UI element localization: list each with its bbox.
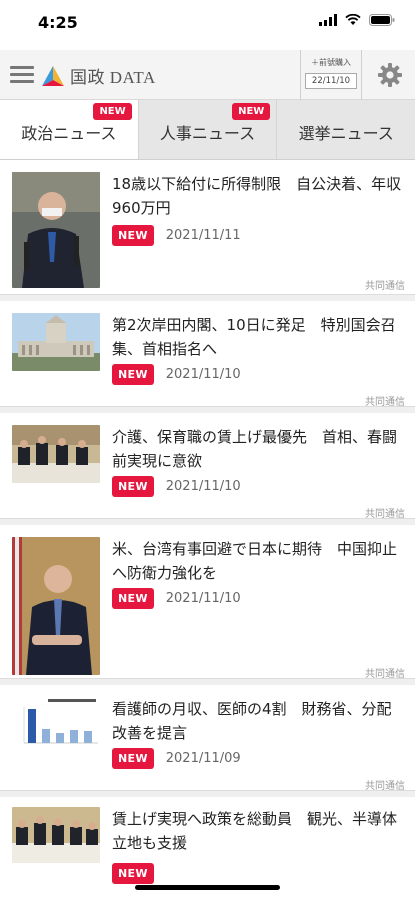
news-source: 共同通信 bbox=[365, 281, 405, 292]
news-title: 介護、保育職の賃上げ最優先 首相、春闘前実現に意欲 bbox=[112, 428, 398, 470]
news-meta: NEW 2021/11/11 bbox=[112, 225, 241, 246]
app-logo: 国政 DATA bbox=[42, 63, 156, 88]
news-thumbnail bbox=[12, 425, 100, 483]
news-source: 共同通信 bbox=[365, 669, 405, 680]
news-title: 18歳以下給付に所得制限 自公決着、年収960万円 bbox=[112, 175, 402, 217]
tab-label: 選挙ニュース bbox=[298, 123, 394, 143]
status-icons bbox=[319, 14, 395, 26]
menu-button[interactable] bbox=[10, 66, 34, 84]
news-date: 2021/11/10 bbox=[165, 479, 241, 494]
new-badge: NEW bbox=[112, 364, 154, 385]
tab-politics[interactable]: 政治ニュース NEW bbox=[0, 100, 138, 159]
news-thumbnail bbox=[12, 172, 100, 288]
news-tabs: 政治ニュース NEW 人事ニュース NEW 選挙ニュース bbox=[0, 100, 415, 160]
news-meta: NEW bbox=[112, 863, 166, 884]
news-item[interactable]: 看護師の月収、医師の4割 財務省、分配改善を提言 NEW 2021/11/09 … bbox=[0, 679, 415, 792]
news-date: 2021/11/10 bbox=[165, 591, 241, 606]
edition-date: 22/11/10 bbox=[305, 73, 357, 89]
logo-text: 国政 DATA bbox=[70, 68, 156, 87]
news-list: 18歳以下給付に所得制限 自公決着、年収960万円 NEW 2021/11/11… bbox=[0, 160, 415, 884]
status-time: 4:25 bbox=[38, 13, 78, 32]
news-date: 2021/11/09 bbox=[165, 751, 241, 766]
tab-personnel[interactable]: 人事ニュース NEW bbox=[137, 100, 277, 159]
new-badge: NEW bbox=[93, 103, 132, 120]
news-thumbnail bbox=[12, 697, 100, 755]
home-indicator[interactable] bbox=[135, 885, 280, 890]
news-source: 共同通信 bbox=[365, 781, 405, 792]
gear-icon[interactable] bbox=[377, 62, 403, 88]
app-header: 国政 DATA ＋前號購入 22/11/10 bbox=[0, 50, 415, 100]
new-badge: NEW bbox=[232, 103, 271, 120]
new-badge: NEW bbox=[112, 588, 154, 609]
news-thumbnail bbox=[12, 537, 100, 675]
news-item[interactable]: 賃上げ実現へ政策を総動員 観光、半導体立地も支援 NEW bbox=[0, 791, 415, 884]
edition-label: ＋前號購入 bbox=[311, 58, 351, 67]
edition-selector[interactable]: ＋前號購入 22/11/10 bbox=[300, 50, 362, 100]
news-item[interactable]: 米、台湾有事回避で日本に期待 中国抑止へ防衛力強化を NEW 2021/11/1… bbox=[0, 519, 415, 680]
news-source: 共同通信 bbox=[365, 397, 405, 408]
news-title: 賃上げ実現へ政策を総動員 観光、半導体立地も支援 bbox=[112, 810, 398, 852]
news-thumbnail bbox=[12, 313, 100, 371]
news-thumbnail bbox=[12, 807, 100, 863]
new-badge: NEW bbox=[112, 863, 154, 884]
tab-election[interactable]: 選挙ニュース bbox=[276, 100, 415, 159]
new-badge: NEW bbox=[112, 476, 154, 497]
news-item[interactable]: 18歳以下給付に所得制限 自公決着、年収960万円 NEW 2021/11/11… bbox=[0, 160, 415, 295]
battery-icon bbox=[369, 14, 395, 26]
tab-label: 政治ニュース bbox=[21, 123, 117, 143]
new-badge: NEW bbox=[112, 748, 154, 769]
logo-triangle-icon bbox=[42, 65, 64, 86]
news-meta: NEW 2021/11/10 bbox=[112, 588, 241, 609]
news-item[interactable]: 介護、保育職の賃上げ最優先 首相、春闘前実現に意欲 NEW 2021/11/10… bbox=[0, 407, 415, 520]
signal-icon bbox=[319, 14, 337, 26]
news-item[interactable]: 第2次岸田内閣、10日に発足 特別国会召集、首相指名へ NEW 2021/11/… bbox=[0, 295, 415, 408]
news-source: 共同通信 bbox=[365, 509, 405, 520]
tab-label: 人事ニュース bbox=[159, 123, 256, 143]
news-title: 第2次岸田内閣、10日に発足 特別国会召集、首相指名へ bbox=[112, 316, 396, 358]
news-date: 2021/11/11 bbox=[165, 228, 241, 243]
status-bar: 4:25 bbox=[0, 0, 415, 46]
news-date: 2021/11/10 bbox=[165, 367, 241, 382]
news-title: 看護師の月収、医師の4割 財務省、分配改善を提言 bbox=[112, 700, 392, 742]
wifi-icon bbox=[345, 14, 361, 25]
menu-icon bbox=[10, 66, 34, 69]
news-meta: NEW 2021/11/09 bbox=[112, 748, 241, 769]
news-meta: NEW 2021/11/10 bbox=[112, 364, 241, 385]
news-meta: NEW 2021/11/10 bbox=[112, 476, 241, 497]
new-badge: NEW bbox=[112, 225, 154, 246]
news-title: 米、台湾有事回避で日本に期待 中国抑止へ防衛力強化を bbox=[112, 540, 398, 582]
